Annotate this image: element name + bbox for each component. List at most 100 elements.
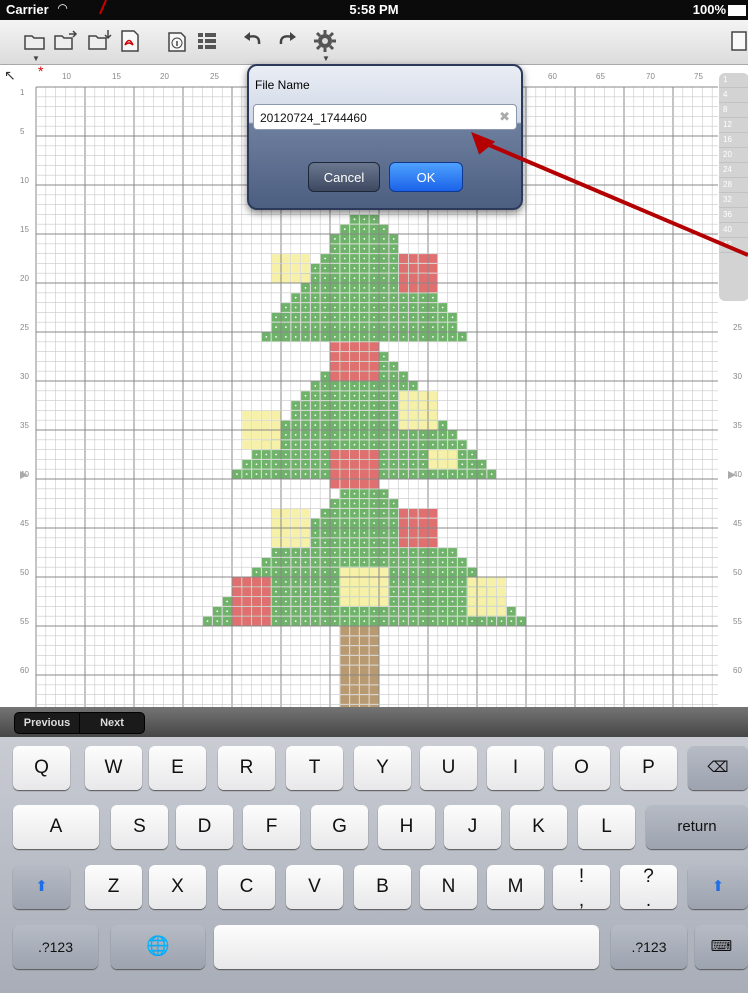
stitch-dot bbox=[373, 316, 375, 319]
previous-button[interactable]: Previous bbox=[14, 712, 80, 734]
stitch-cell bbox=[497, 577, 506, 587]
stitch-dot bbox=[304, 316, 307, 319]
delete-key[interactable]: ⌫ bbox=[688, 746, 748, 790]
stitch-cell bbox=[408, 538, 418, 548]
key-u[interactable]: U bbox=[420, 746, 477, 790]
info-icon[interactable] bbox=[164, 28, 194, 56]
hide-keyboard-icon[interactable]: ⌨ bbox=[695, 925, 748, 969]
page-icon[interactable] bbox=[726, 28, 748, 56]
shift-left-key[interactable]: ⬆ bbox=[13, 865, 70, 909]
stitch-cell bbox=[350, 636, 359, 646]
stitch-cell bbox=[340, 479, 350, 489]
row-counter-item[interactable]: 4 bbox=[719, 88, 748, 103]
key-z[interactable]: Z bbox=[85, 865, 142, 909]
stitch-cell bbox=[359, 342, 369, 352]
stitch-dot bbox=[324, 620, 326, 622]
key-d[interactable]: D bbox=[176, 805, 233, 849]
row-counter-item[interactable]: 1 bbox=[719, 73, 748, 88]
globe-icon[interactable]: 🌐 bbox=[111, 925, 205, 969]
stitch-dot bbox=[245, 463, 248, 466]
stitch-dot bbox=[353, 492, 356, 495]
stitch-dot bbox=[392, 620, 395, 622]
stitch-dot bbox=[432, 443, 434, 446]
stitch-dot bbox=[294, 296, 297, 299]
key-e[interactable]: E bbox=[149, 746, 206, 790]
key-b[interactable]: B bbox=[354, 865, 411, 909]
ok-button[interactable]: OK bbox=[389, 162, 463, 192]
stitch-dot bbox=[294, 571, 297, 573]
key-a[interactable]: A bbox=[13, 805, 99, 849]
stitch-dot bbox=[275, 600, 277, 603]
redo-icon[interactable] bbox=[274, 28, 304, 56]
key-n[interactable]: N bbox=[420, 865, 477, 909]
key-m[interactable]: M bbox=[487, 865, 544, 909]
stitch-dot bbox=[304, 394, 307, 397]
stitch-dot bbox=[373, 247, 375, 250]
corner-arrow-icon[interactable]: ↖ bbox=[4, 67, 16, 84]
stitch-cell bbox=[408, 273, 418, 283]
row-counter-item[interactable]: 8 bbox=[719, 103, 748, 118]
cancel-button[interactable]: Cancel bbox=[308, 162, 380, 192]
stitch-dot bbox=[392, 590, 395, 593]
key-question-period[interactable]: ? . bbox=[620, 865, 677, 911]
pdf-icon[interactable] bbox=[116, 28, 146, 56]
key-v[interactable]: V bbox=[286, 865, 343, 909]
stitch-dot bbox=[314, 296, 317, 299]
file-name-input[interactable]: 20120724_1744460 ✖ bbox=[253, 104, 517, 130]
key-t[interactable]: T bbox=[286, 746, 343, 790]
list-icon[interactable] bbox=[194, 28, 224, 56]
key-exclamation-comma[interactable]: ! , bbox=[553, 865, 610, 911]
stitch-cell bbox=[369, 469, 379, 479]
stitch-cell bbox=[350, 450, 359, 459]
key-k[interactable]: K bbox=[510, 805, 567, 849]
return-key[interactable]: return bbox=[646, 805, 748, 849]
numbers-left-key[interactable]: .?123 bbox=[13, 925, 98, 969]
key-g[interactable]: G bbox=[311, 805, 368, 849]
stitch-dot bbox=[324, 267, 326, 270]
stitch-dot bbox=[402, 443, 405, 446]
stitch-cell bbox=[252, 410, 261, 420]
key-j[interactable]: J bbox=[444, 805, 501, 849]
key-x[interactable]: X bbox=[149, 865, 206, 909]
key-c[interactable]: C bbox=[218, 865, 275, 909]
stitch-dot bbox=[353, 404, 356, 407]
export-folder-icon[interactable] bbox=[52, 28, 82, 56]
key-p[interactable]: P bbox=[620, 746, 677, 790]
key-l[interactable]: L bbox=[578, 805, 635, 849]
key-o[interactable]: O bbox=[553, 746, 610, 790]
key-y[interactable]: Y bbox=[354, 746, 411, 790]
stitch-dot bbox=[373, 620, 375, 622]
key-h[interactable]: H bbox=[378, 805, 435, 849]
stitch-dot bbox=[343, 561, 346, 564]
open-folder-icon[interactable]: ▼ bbox=[22, 28, 52, 63]
stitch-dot bbox=[334, 238, 336, 240]
key-f[interactable]: F bbox=[243, 805, 300, 849]
key-i[interactable]: I bbox=[487, 746, 544, 790]
stitch-dot bbox=[353, 228, 356, 231]
key-q[interactable]: Q bbox=[13, 746, 70, 790]
numbers-right-key[interactable]: .?123 bbox=[611, 925, 687, 969]
import-folder-icon[interactable] bbox=[86, 28, 116, 56]
stitch-dot bbox=[392, 581, 395, 583]
stitch-cell bbox=[330, 361, 340, 371]
stitch-dot bbox=[412, 590, 415, 593]
stitch-cell bbox=[261, 597, 271, 606]
shift-right-key[interactable]: ⬆ bbox=[688, 865, 748, 909]
stitch-cell bbox=[281, 538, 291, 548]
key-r[interactable]: R bbox=[218, 746, 275, 790]
stitch-dot bbox=[324, 306, 326, 309]
stitch-dot bbox=[285, 434, 287, 436]
next-button[interactable]: Next bbox=[79, 712, 145, 734]
gear-icon[interactable]: ▼ bbox=[312, 28, 342, 63]
stitch-dot bbox=[334, 336, 336, 338]
stitch-dot bbox=[343, 414, 346, 417]
stitch-cell bbox=[428, 450, 438, 459]
space-bar[interactable] bbox=[214, 925, 599, 969]
stitch-dot bbox=[441, 571, 444, 573]
clear-icon[interactable]: ✖ bbox=[499, 109, 510, 125]
key-w[interactable]: W bbox=[85, 746, 142, 790]
undo-icon[interactable] bbox=[240, 28, 270, 56]
stitch-cell bbox=[497, 587, 506, 597]
key-s[interactable]: S bbox=[111, 805, 168, 849]
stitch-cell bbox=[340, 646, 350, 655]
